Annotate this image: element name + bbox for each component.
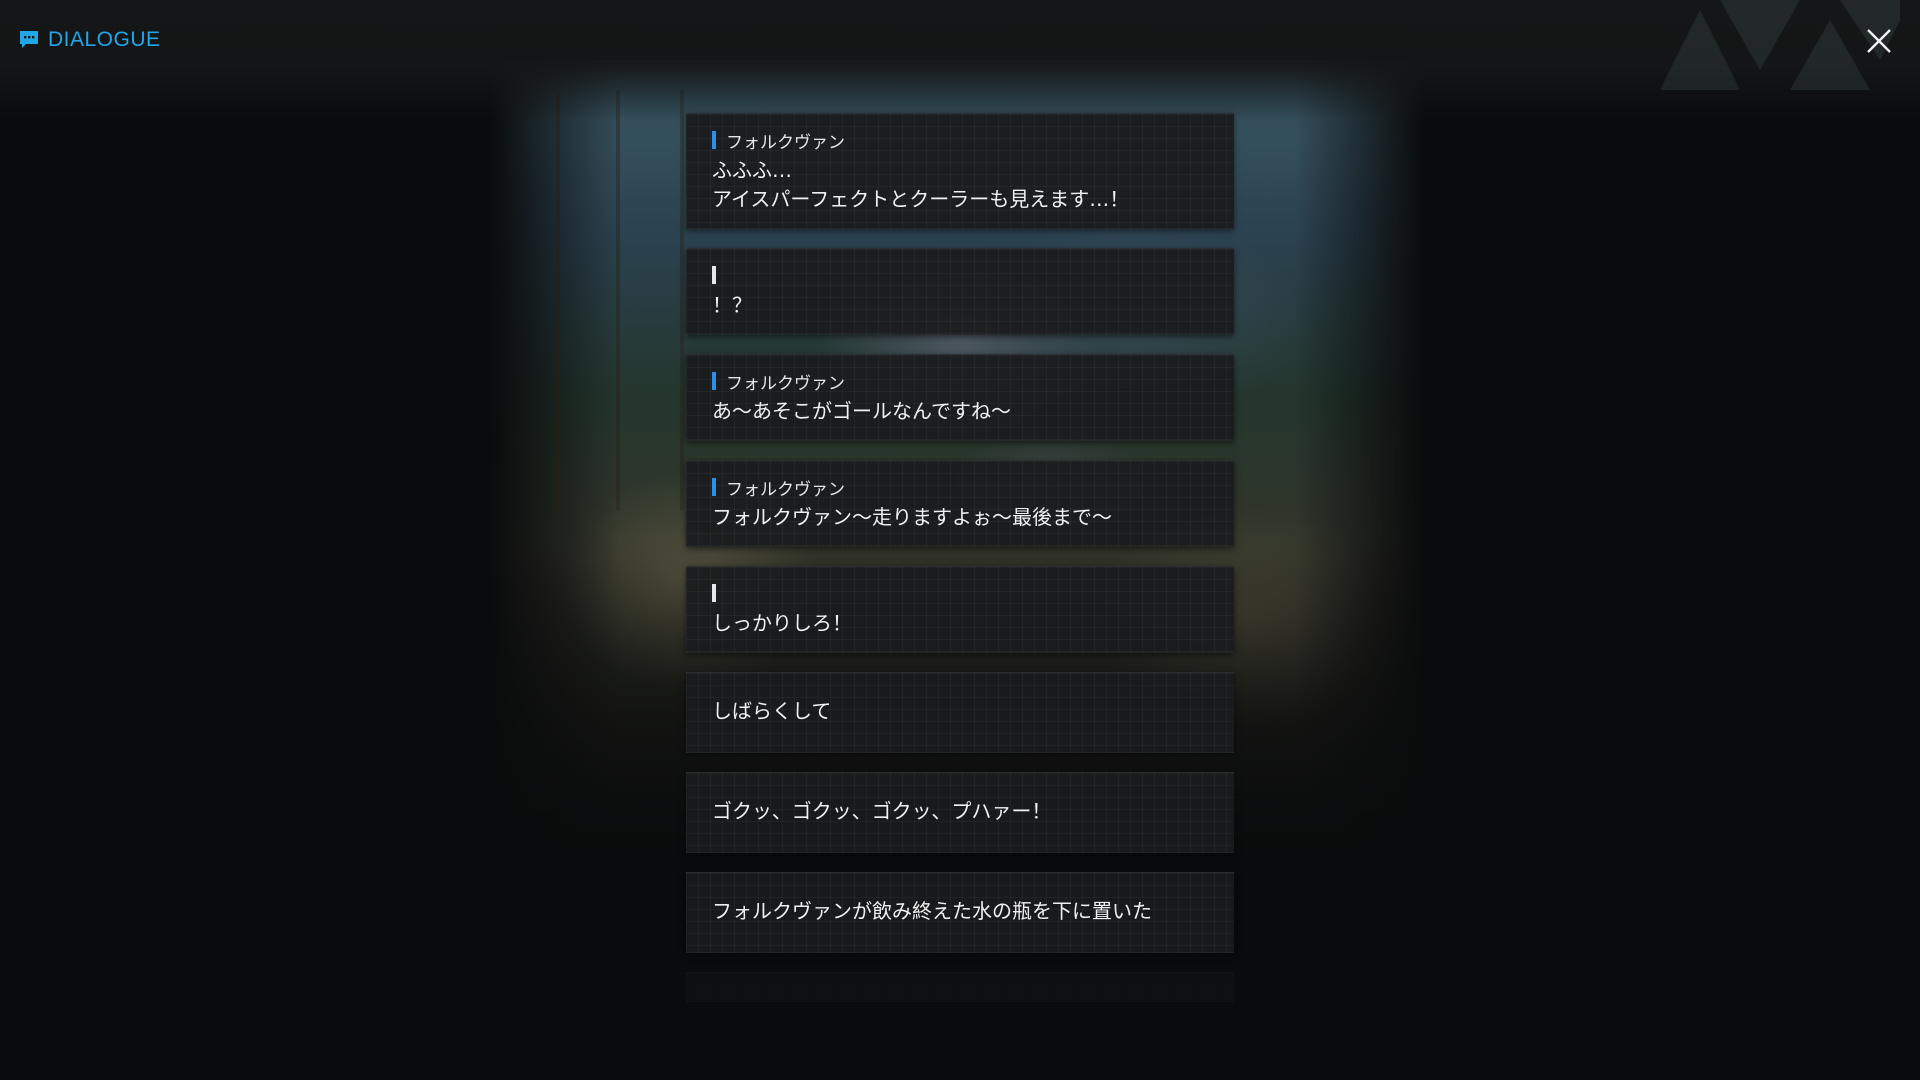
- speaker-label: フォルクヴァン: [726, 479, 845, 500]
- dialogue-title-text: DIALOGUE: [48, 28, 161, 51]
- speaker-marker: [712, 266, 716, 284]
- dialogue-text: フォルクヴァン～走りますよぉ～最後まで～: [712, 505, 1112, 529]
- narration-text: フォルクヴァンが飲み終えた水の瓶を下に置いた: [712, 899, 1152, 923]
- speaker-label: フォルクヴァン: [726, 373, 845, 394]
- speaker-marker: [712, 372, 716, 390]
- dialogue-entry[interactable]: フォルクヴァン ふふふ… アイスパーフェクトとクーラーも見えます…！: [686, 113, 1234, 229]
- dialogue-text: あ～あそこがゴールなんですね～: [712, 399, 1011, 423]
- speaker-marker: [712, 131, 716, 149]
- dialogue-title: DIALOGUE: [18, 28, 161, 52]
- decorative-pattern: [1660, 0, 1900, 90]
- dialogue-entry[interactable]: フォルクヴァン フォルクヴァン～走りますよぉ～最後まで～: [686, 460, 1234, 547]
- narration-entry[interactable]: しばらくして: [686, 672, 1234, 753]
- dialogue-log-screen: DIALOGUE フォルクヴァン ふふふ… アイスパーフェクトとクーラーも見えま…: [0, 0, 1920, 1080]
- top-bar: DIALOGUE: [0, 0, 1920, 120]
- speaker-name: フォルクヴァン: [712, 475, 1208, 500]
- speaker-marker: [712, 584, 716, 602]
- speaker-name: フォルクヴァン: [712, 128, 1208, 153]
- speaker-name: [712, 581, 1208, 605]
- close-icon[interactable]: [1862, 24, 1896, 58]
- dialogue-log-list: フォルクヴァン ふふふ… アイスパーフェクトとクーラーも見えます…！ ！？ フォ…: [686, 113, 1234, 1002]
- dialogue-entry[interactable]: ！？: [686, 248, 1234, 335]
- speaker-marker: [712, 478, 716, 496]
- dialogue-text: ！？: [712, 293, 752, 317]
- narration-text: しばらくして: [712, 699, 832, 723]
- dialogue-entry[interactable]: フォルクヴァン あ～あそこがゴールなんですね～: [686, 354, 1234, 441]
- dialogue-text: ふふふ… アイスパーフェクトとクーラーも見えます…！: [712, 158, 1130, 211]
- speaker-name: [712, 263, 1208, 287]
- chat-bubble-icon: [20, 31, 38, 48]
- dialogue-text: しっかりしろ！: [712, 611, 852, 635]
- speaker-name: フォルクヴァン: [712, 369, 1208, 394]
- dialogue-entry[interactable]: しっかりしろ！: [686, 566, 1234, 653]
- speaker-label: フォルクヴァン: [726, 132, 845, 153]
- narration-entry[interactable]: ゴクッ、ゴクッ、ゴクッ、プハァー！: [686, 772, 1234, 853]
- narration-text: ゴクッ、ゴクッ、ゴクッ、プハァー！: [712, 799, 1052, 823]
- narration-entry[interactable]: フォルクヴァンが飲み終えた水の瓶を下に置いた: [686, 872, 1234, 953]
- partial-entry: [686, 972, 1234, 1002]
